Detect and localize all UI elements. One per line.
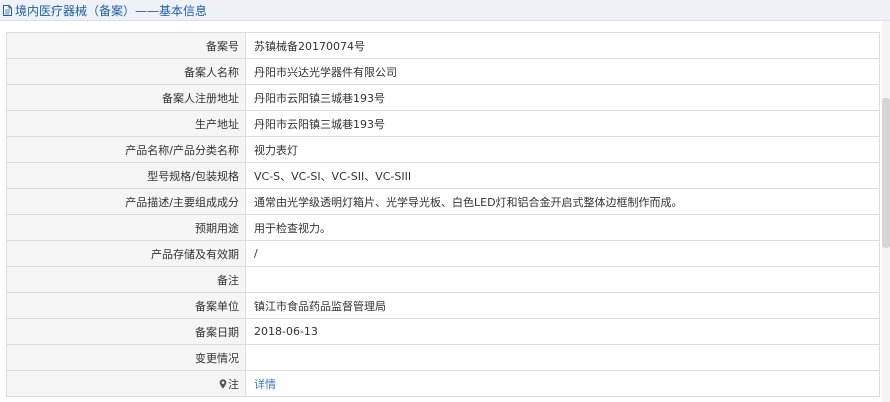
field-value: 通常由光学级透明灯箱片、光学导光板、白色LED灯和铝合金开启式整体边框制作而成。 bbox=[245, 188, 880, 215]
field-label: 产品名称/产品分类名称 bbox=[6, 136, 246, 163]
field-value: 镇江市食品药品监督管理局 bbox=[245, 292, 880, 319]
field-value: 视力表灯 bbox=[245, 136, 880, 163]
title-bar: 境内医疗器械（备案）——基本信息 bbox=[0, 0, 890, 21]
field-value: VC-S、VC-SI、VC-SII、VC-SIII bbox=[245, 162, 880, 189]
field-value bbox=[245, 344, 880, 371]
field-value: 丹阳市云阳镇三城巷193号 bbox=[245, 110, 880, 137]
field-label: 备案单位 bbox=[6, 292, 246, 319]
field-value: 苏镇械备20170074号 bbox=[245, 32, 880, 59]
page: 境内医疗器械（备案）——基本信息 备案号 苏镇械备20170074号 备案人名称… bbox=[0, 0, 890, 402]
table-row: 产品描述/主要组成成分 通常由光学级透明灯箱片、光学导光板、白色LED灯和铝合金… bbox=[6, 188, 880, 215]
table-row: 型号规格/包装规格 VC-S、VC-SI、VC-SII、VC-SIII bbox=[6, 162, 880, 189]
document-icon bbox=[3, 4, 12, 16]
table-row: 备注 bbox=[6, 266, 880, 293]
field-label: 预期用途 bbox=[6, 214, 246, 241]
field-label: 备案人名称 bbox=[6, 58, 246, 85]
table-row-note: 注 详情 bbox=[6, 370, 880, 397]
field-label: 备案人注册地址 bbox=[6, 84, 246, 111]
table-row: 产品名称/产品分类名称 视力表灯 bbox=[6, 136, 880, 163]
field-label: 产品存储及有效期 bbox=[6, 240, 246, 267]
details-link[interactable]: 详情 bbox=[254, 378, 276, 391]
table-row: 备案人注册地址 丹阳市云阳镇三城巷193号 bbox=[6, 84, 880, 111]
note-label-cell: 注 bbox=[6, 370, 246, 397]
field-value: 2018-06-13 bbox=[245, 318, 880, 345]
table-row: 预期用途 用于检查视力。 bbox=[6, 214, 880, 241]
page-title: 境内医疗器械（备案）——基本信息 bbox=[15, 3, 208, 18]
note-value-cell: 详情 bbox=[245, 370, 880, 397]
table-row: 变更情况 bbox=[6, 344, 880, 371]
field-label: 备案日期 bbox=[6, 318, 246, 345]
table-row: 生产地址 丹阳市云阳镇三城巷193号 bbox=[6, 110, 880, 137]
note-label: 注 bbox=[228, 377, 239, 391]
info-table: 备案号 苏镇械备20170074号 备案人名称 丹阳市兴达光学器件有限公司 备案… bbox=[6, 32, 880, 397]
field-label: 产品描述/主要组成成分 bbox=[6, 188, 246, 215]
table-row: 备案号 苏镇械备20170074号 bbox=[6, 32, 880, 59]
field-label: 备案号 bbox=[6, 32, 246, 59]
table-row: 备案日期 2018-06-13 bbox=[6, 318, 880, 345]
field-label: 生产地址 bbox=[6, 110, 246, 137]
field-value: 丹阳市云阳镇三城巷193号 bbox=[245, 84, 880, 111]
field-value: 丹阳市兴达光学器件有限公司 bbox=[245, 58, 880, 85]
field-label: 备注 bbox=[6, 266, 246, 293]
field-value: 用于检查视力。 bbox=[245, 214, 880, 241]
scrollbar-thumb[interactable] bbox=[882, 98, 890, 248]
field-value bbox=[245, 266, 880, 293]
field-label: 型号规格/包装规格 bbox=[6, 162, 246, 189]
pin-icon bbox=[219, 378, 227, 389]
table-row: 备案人名称 丹阳市兴达光学器件有限公司 bbox=[6, 58, 880, 85]
table-row: 产品存储及有效期 / bbox=[6, 240, 880, 267]
field-value: / bbox=[245, 240, 880, 267]
field-label: 变更情况 bbox=[6, 344, 246, 371]
table-row: 备案单位 镇江市食品药品监督管理局 bbox=[6, 292, 880, 319]
